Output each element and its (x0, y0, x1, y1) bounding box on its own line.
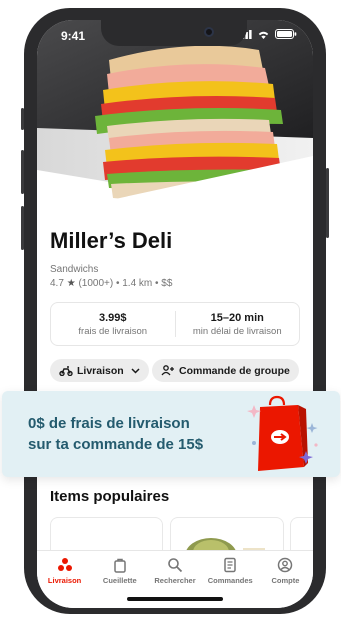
store-name: Miller’s Deli (50, 228, 173, 253)
promo-line-2: sur ta commande de 15$ (28, 436, 204, 453)
power-button (326, 168, 329, 238)
delivery-fee-info: 3.99$ frais de livraison (51, 303, 175, 345)
tab-livraison[interactable]: Livraison (37, 551, 92, 608)
group-order-label: Commande de groupe (179, 364, 290, 377)
home-indicator (127, 597, 223, 601)
scooter-icon (59, 365, 73, 376)
account-icon (278, 557, 293, 573)
delivery-fee-label: frais de livraison (78, 325, 148, 337)
star-icon: ★ (66, 278, 76, 289)
rating-value: 4.7 (50, 278, 64, 289)
promo-text: 0$ de frais de livraison sur ta commande… (28, 413, 203, 455)
delivery-time-label: min délai de livraison (192, 325, 282, 337)
shopping-bag-icon (247, 395, 318, 471)
promo-line-1: 0$ de frais de livraison (28, 415, 190, 432)
battery-icon (275, 29, 297, 39)
delivery-mode-label: Livraison (77, 364, 124, 377)
tab-label: Compte (271, 576, 300, 585)
group-order-button[interactable]: Commande de groupe (152, 359, 299, 382)
delivery-time-info: 15–20 min min délai de livraison (176, 303, 300, 345)
status-time: 9:41 (61, 29, 86, 43)
tab-compte[interactable]: Compte (258, 551, 313, 608)
delivery-info-box: 3.99$ frais de livraison 15–20 min min d… (50, 302, 300, 346)
tab-label: Livraison (47, 576, 82, 585)
group-order-icon (161, 365, 174, 376)
delivery-fee-value: 3.99$ (98, 311, 127, 324)
tab-label: Rechercher (154, 576, 196, 585)
rating-details: (1000+) • 1.4 km • $$ (78, 278, 173, 289)
volume-up-button (21, 150, 24, 194)
store-rating-line: 4.7 ★ (1000+) • 1.4 km • $$ (50, 278, 172, 289)
volume-down-button (21, 206, 24, 250)
delivery-time-value: 15–20 min (210, 311, 264, 324)
front-camera (204, 27, 214, 37)
orders-icon (224, 557, 236, 573)
popular-items-title: Items populaires (50, 488, 170, 505)
search-icon (168, 558, 183, 573)
delivery-mode-dropdown[interactable]: Livraison (50, 359, 149, 382)
wifi-icon (258, 31, 269, 39)
delivery-icon (57, 558, 72, 571)
mute-switch (21, 108, 24, 130)
pickup-bag-icon (114, 558, 126, 573)
chevron-down-icon (131, 367, 140, 374)
tab-label: Commandes (207, 576, 253, 585)
tab-label: Cueillette (102, 576, 137, 585)
store-category: Sandwichs (50, 264, 99, 275)
promo-banner[interactable]: 0$ de frais de livraison sur ta commande… (2, 391, 340, 477)
app-screen: 9:41 Miller’s Deli Sandwichs 4.7 ★ (1000… (37, 20, 313, 608)
notch (101, 20, 247, 46)
